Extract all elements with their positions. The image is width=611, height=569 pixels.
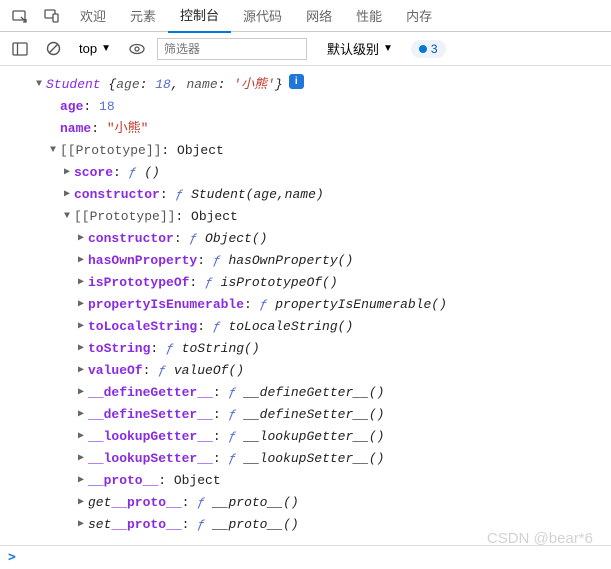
caret-down-icon[interactable]: ▼ xyxy=(32,74,46,96)
level-label: 默认级别 xyxy=(327,39,379,58)
caret-down-icon[interactable]: ▼ xyxy=(60,206,74,228)
info-dot-icon xyxy=(419,45,427,53)
property-row[interactable]: ▶isPrototypeOf: ƒ isPrototypeOf() xyxy=(4,272,607,294)
devtools-tabs: 欢迎 元素 控制台 源代码 网络 性能 内存 xyxy=(0,0,611,32)
chevron-down-icon: ▼ xyxy=(101,43,111,54)
caret-right-icon[interactable]: ▶ xyxy=(74,426,88,448)
property-row[interactable]: ▶valueOf: ƒ valueOf() xyxy=(4,360,607,382)
prototype-row[interactable]: ▼ [[Prototype]]: Object xyxy=(4,206,607,228)
tab-memory[interactable]: 内存 xyxy=(394,0,444,32)
caret-right-icon[interactable]: ▶ xyxy=(60,184,74,206)
tab-console[interactable]: 控制台 xyxy=(168,0,231,33)
object-summary-row[interactable]: ▼ Student { age: 18, name: '小熊' } i xyxy=(4,74,607,96)
class-name: Student xyxy=(46,74,101,96)
property-row[interactable]: age: 18 xyxy=(4,96,607,118)
chevron-down-icon: ▼ xyxy=(383,43,393,54)
filter-input[interactable] xyxy=(157,38,307,60)
tab-elements[interactable]: 元素 xyxy=(118,0,168,32)
info-icon[interactable]: i xyxy=(289,74,304,89)
caret-down-icon[interactable]: ▼ xyxy=(46,140,60,162)
property-row[interactable]: ▶toLocaleString: ƒ toLocaleString() xyxy=(4,316,607,338)
property-row[interactable]: ▶ constructor: ƒ Student(age,name) xyxy=(4,184,607,206)
caret-right-icon[interactable]: ▶ xyxy=(74,514,88,536)
tab-sources[interactable]: 源代码 xyxy=(231,0,294,32)
property-row[interactable]: ▶ get __proto__: ƒ __proto__() xyxy=(4,492,607,514)
property-row[interactable]: ▶propertyIsEnumerable: ƒ propertyIsEnume… xyxy=(4,294,607,316)
property-row[interactable]: ▶__lookupSetter__: ƒ __lookupSetter__() xyxy=(4,448,607,470)
caret-right-icon[interactable]: ▶ xyxy=(74,250,88,272)
caret-right-icon[interactable]: ▶ xyxy=(74,360,88,382)
tab-network[interactable]: 网络 xyxy=(294,0,344,32)
issues-badge[interactable]: 3 xyxy=(411,40,446,58)
property-row[interactable]: ▶ score: ƒ () xyxy=(4,162,607,184)
caret-right-icon[interactable]: ▶ xyxy=(74,492,88,514)
caret-right-icon[interactable]: ▶ xyxy=(74,228,88,250)
inspect-element-icon[interactable] xyxy=(4,2,36,30)
caret-right-icon[interactable]: ▶ xyxy=(74,294,88,316)
property-row[interactable]: ▶ set __proto__: ƒ __proto__() xyxy=(4,514,607,536)
property-row[interactable]: ▶__defineGetter__: ƒ __defineGetter__() xyxy=(4,382,607,404)
console-output: ▼ Student { age: 18, name: '小熊' } i age:… xyxy=(0,66,611,545)
device-toggle-icon[interactable] xyxy=(36,2,68,30)
clear-console-icon[interactable] xyxy=(40,37,67,60)
caret-right-icon[interactable]: ▶ xyxy=(74,404,88,426)
log-level-selector[interactable]: 默认级别 ▼ xyxy=(321,37,399,60)
tab-performance[interactable]: 性能 xyxy=(344,0,394,32)
prompt-caret-icon: > xyxy=(8,550,16,565)
caret-right-icon[interactable]: ▶ xyxy=(74,470,88,492)
prototype-row[interactable]: ▼ [[Prototype]]: Object xyxy=(4,140,607,162)
context-selector[interactable]: top ▼ xyxy=(73,39,117,58)
caret-right-icon[interactable]: ▶ xyxy=(74,338,88,360)
property-row[interactable]: ▶ __proto__: Object xyxy=(4,470,607,492)
property-row[interactable]: ▶hasOwnProperty: ƒ hasOwnProperty() xyxy=(4,250,607,272)
property-row[interactable]: ▶constructor: ƒ Object() xyxy=(4,228,607,250)
caret-right-icon[interactable]: ▶ xyxy=(74,316,88,338)
property-row[interactable]: name: "小熊" xyxy=(4,118,607,140)
context-label: top xyxy=(79,41,97,56)
console-toolbar: top ▼ 默认级别 ▼ 3 xyxy=(0,32,611,66)
issues-count: 3 xyxy=(431,42,438,56)
property-row[interactable]: ▶__lookupGetter__: ƒ __lookupGetter__() xyxy=(4,426,607,448)
caret-right-icon[interactable]: ▶ xyxy=(74,272,88,294)
toggle-sidebar-icon[interactable] xyxy=(6,38,34,60)
caret-right-icon[interactable]: ▶ xyxy=(60,162,74,184)
console-prompt[interactable]: > xyxy=(0,545,611,569)
property-row[interactable]: ▶toString: ƒ toString() xyxy=(4,338,607,360)
caret-right-icon[interactable]: ▶ xyxy=(74,382,88,404)
tab-welcome[interactable]: 欢迎 xyxy=(68,0,118,32)
live-expression-icon[interactable] xyxy=(123,39,151,59)
caret-right-icon[interactable]: ▶ xyxy=(74,448,88,470)
property-row[interactable]: ▶__defineSetter__: ƒ __defineSetter__() xyxy=(4,404,607,426)
